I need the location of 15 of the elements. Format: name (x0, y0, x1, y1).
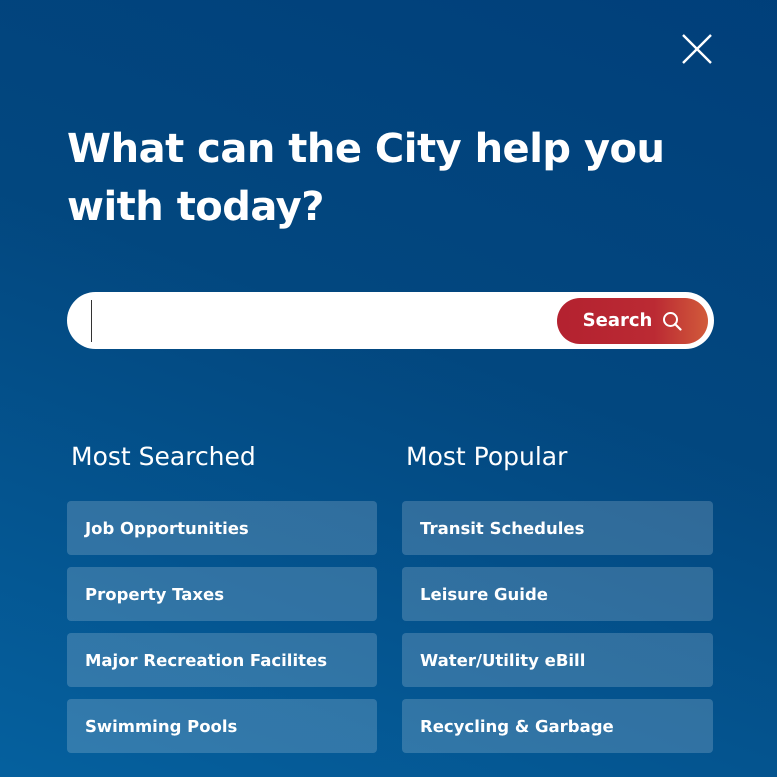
link-tile[interactable]: Water/Utility eBill (402, 633, 713, 687)
link-tile[interactable]: Property Taxes (67, 567, 377, 621)
page-title: What can the City help you with today? (67, 125, 666, 232)
link-tile[interactable]: Swimming Pools (67, 699, 377, 753)
link-tile[interactable]: Leisure Guide (402, 567, 713, 621)
section-heading: Most Popular (406, 441, 568, 473)
search-icon (662, 310, 682, 330)
close-icon (682, 34, 712, 64)
link-tile[interactable]: Recycling & Garbage (402, 699, 713, 753)
link-tile[interactable]: Job Opportunities (67, 501, 377, 555)
section-heading: Most Searched (71, 441, 257, 473)
search-field[interactable]: Search (67, 292, 714, 349)
link-tile[interactable]: Major Recreation Facilites (67, 633, 377, 687)
search-button[interactable]: Search (557, 298, 708, 344)
link-tile[interactable]: Transit Schedules (402, 501, 713, 555)
